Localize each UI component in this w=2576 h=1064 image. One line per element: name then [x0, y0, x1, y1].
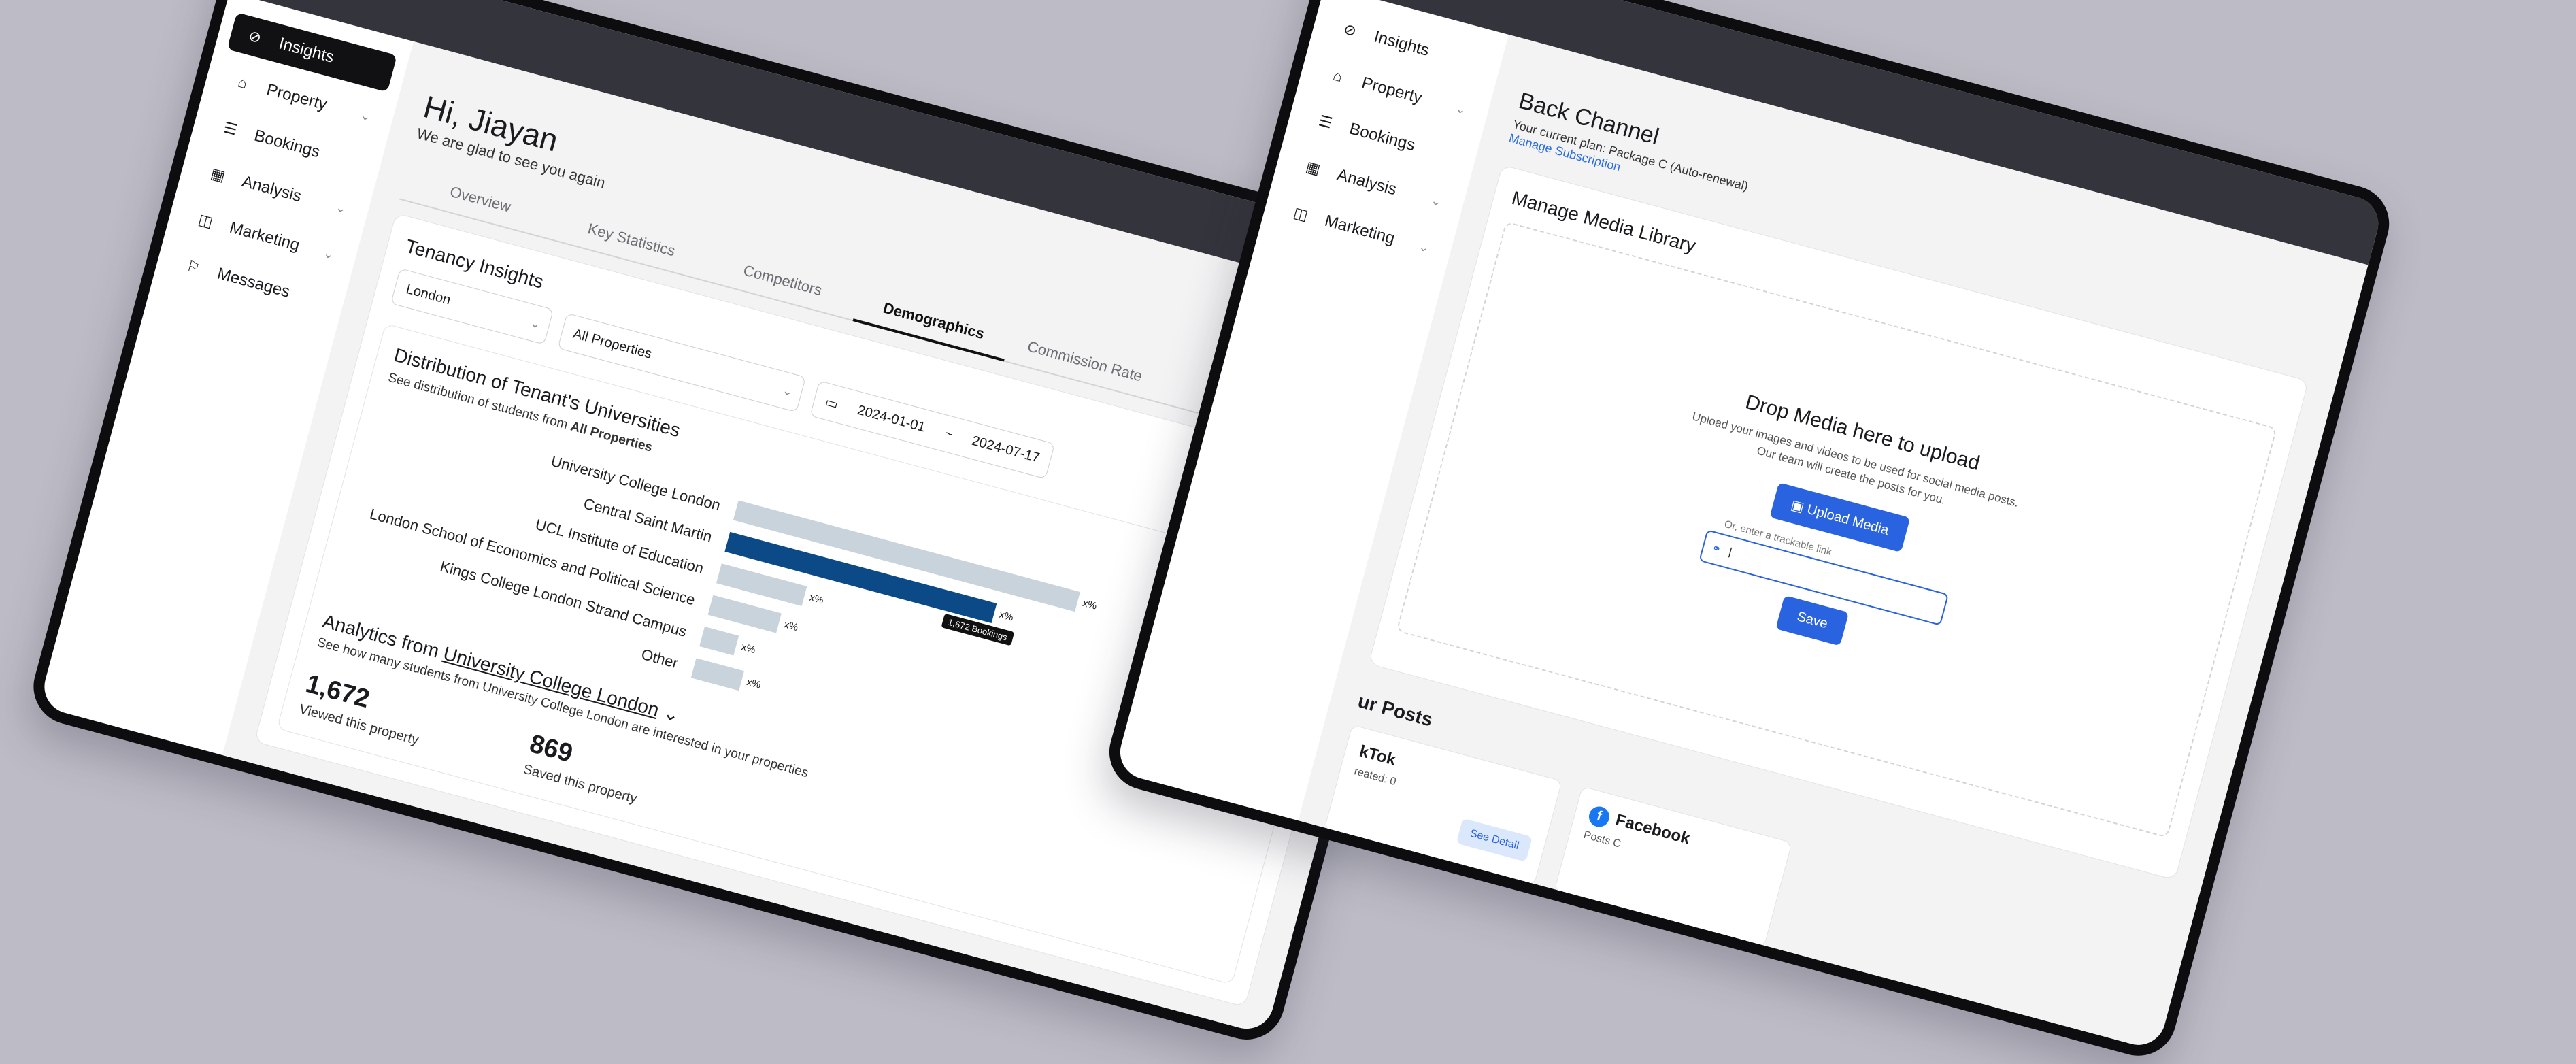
facebook-icon: f [1586, 803, 1612, 829]
chevron-down-icon: ⌄ [529, 315, 543, 331]
calendar-icon: ▭ [823, 394, 840, 412]
table-icon: ▦ [1304, 157, 1322, 178]
sidebar-item-label: Marketing [1322, 211, 1397, 248]
sidebar-item-label: Insights [1372, 27, 1431, 60]
date-from[interactable]: 2024-01-01 [856, 402, 927, 435]
chevron-down-icon[interactable]: ⌄ [661, 701, 682, 726]
sidebar-item-label: Insights [277, 34, 336, 67]
sidebar-item-label: Marketing [227, 218, 302, 255]
sidebar-item-label: Analysis [1335, 165, 1399, 199]
image-upload-icon: ▣ [1789, 497, 1806, 516]
upload-media-label: Upload Media [1805, 501, 1890, 539]
list-icon: ☰ [1316, 112, 1335, 132]
city-select-value: London [404, 281, 452, 308]
chevron-down-icon: ⌄ [1454, 101, 1468, 117]
chevron-down-icon: ⌄ [334, 199, 348, 216]
megaphone-icon: ◫ [1292, 203, 1310, 225]
date-to[interactable]: 2024-07-17 [970, 433, 1041, 466]
bar-value-label: x% [1081, 597, 1099, 612]
stat-saved: 869 Saved this property [521, 729, 647, 807]
bar-value-label: x% [745, 676, 763, 691]
property-select-value: All Properties [571, 326, 654, 362]
bar-value-label: x% [782, 618, 800, 634]
compass-icon: ⊘ [246, 27, 263, 47]
chevron-down-icon: ⌄ [358, 107, 373, 124]
megaphone-icon: ◫ [197, 210, 215, 231]
chevron-down-icon: ⌄ [322, 246, 336, 262]
sidebar-item-label: Property [1359, 73, 1424, 107]
table-icon: ▦ [209, 164, 227, 185]
compass-icon: ⊘ [1341, 20, 1358, 40]
link-icon: ⚭ [1710, 542, 1722, 556]
bar-value-label: x% [808, 591, 825, 607]
save-button[interactable]: Save [1775, 595, 1849, 646]
home-icon: ⌂ [236, 73, 250, 93]
see-detail-button[interactable]: See Detail [1456, 818, 1533, 862]
list-icon: ☰ [221, 118, 239, 139]
sidebar-item-label: Messages [215, 264, 292, 301]
bar-value-label: x% [998, 608, 1015, 624]
chevron-down-icon: ⌄ [1417, 239, 1431, 255]
bar[interactable] [699, 627, 739, 656]
date-separator: ~ [943, 425, 955, 442]
bar[interactable] [690, 658, 745, 691]
sidebar-item-label: Bookings [252, 126, 322, 162]
sidebar-item-label: Bookings [1347, 119, 1418, 155]
sidebar-item-label: Property [264, 80, 329, 114]
sidebar-item-label: Analysis [239, 172, 304, 206]
chevron-down-icon: ⌄ [781, 382, 795, 399]
chevron-down-icon: ⌄ [1429, 193, 1443, 209]
stat-viewed: 1,672 Viewed this property [297, 669, 429, 748]
bar-value-label: x% [739, 641, 757, 656]
flag-icon: ⚐ [184, 256, 203, 277]
home-icon: ⌂ [1331, 66, 1345, 86]
text-cursor: | [1727, 546, 1733, 559]
